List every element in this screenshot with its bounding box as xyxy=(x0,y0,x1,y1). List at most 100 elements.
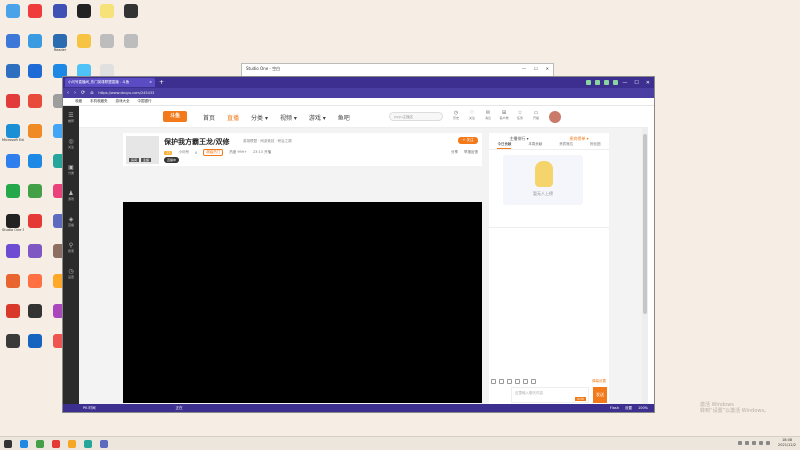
status-flash[interactable]: Flash xyxy=(610,406,619,411)
fans-icon[interactable] xyxy=(523,379,528,384)
anchor-name[interactable]: 小问号 xyxy=(178,150,189,155)
desktop-icon[interactable] xyxy=(2,304,24,318)
header-icon-item[interactable]: ▭ 开播 xyxy=(531,110,541,120)
rail-item[interactable]: ◷ 设置 xyxy=(65,268,77,279)
minimize-icon[interactable]: — xyxy=(622,80,627,86)
site-search-input[interactable]: yuyu主播名 xyxy=(389,112,443,121)
page-scrollbar[interactable] xyxy=(642,128,648,404)
desktop-icon[interactable] xyxy=(24,214,46,228)
desktop-icon[interactable] xyxy=(24,244,46,258)
douyu-logo[interactable]: 斗鱼 xyxy=(163,111,187,122)
close-icon[interactable]: ✕ xyxy=(546,66,549,71)
video-player[interactable] xyxy=(123,202,482,403)
desktop-icon[interactable]: Microsoft Edge xyxy=(2,124,24,142)
rank-tab[interactable]: 贵宾席位 xyxy=(559,142,573,149)
desktop-icon[interactable] xyxy=(24,304,46,318)
clock[interactable]: 18:08 2021/12/2 xyxy=(778,438,796,448)
desktop-icon[interactable] xyxy=(120,4,142,18)
taskbar-app-icon[interactable] xyxy=(84,439,92,448)
desktop-icon[interactable] xyxy=(73,4,95,18)
rail-item[interactable]: ◎ 关注 xyxy=(65,138,77,149)
room-category[interactable]: 英雄联盟 · 网游竞技 · 峡谷之巅 xyxy=(243,139,292,144)
bookmark-item[interactable]: 游戏大全 xyxy=(116,99,130,104)
taskbar-app-icon[interactable] xyxy=(100,439,108,448)
desktop-icon[interactable] xyxy=(2,154,24,168)
more-icon[interactable] xyxy=(531,379,536,384)
report-button[interactable]: 举报反馈 xyxy=(464,150,478,155)
chat-send-button[interactable]: 发送 xyxy=(593,387,607,403)
back-icon[interactable]: ‹ xyxy=(67,90,69,96)
studio-one-titlebar[interactable]: Studio One - 空白 — ☐ ✕ xyxy=(242,64,553,73)
scrollbar-thumb[interactable] xyxy=(643,134,647,314)
rail-item[interactable]: ▣ 分类 xyxy=(65,164,77,175)
home-icon[interactable]: ⌂ xyxy=(90,90,93,96)
share-button[interactable]: 分享 xyxy=(451,150,458,155)
tray-icon[interactable] xyxy=(766,441,771,445)
chat-input[interactable]: 这里输入聊天内容 0/30 xyxy=(511,387,589,403)
bookmark-item[interactable]: 中国银行 xyxy=(138,99,152,104)
extension-icon[interactable] xyxy=(595,80,601,85)
browser-tab[interactable]: 小问号直播间_热门英雄联盟直播 - 斗鱼 × xyxy=(65,78,155,87)
tab-close-icon[interactable]: × xyxy=(149,80,152,85)
desktop-icon[interactable] xyxy=(2,244,24,258)
desktop-icon[interactable] xyxy=(2,94,24,108)
desktop-icon[interactable]: Reader xyxy=(49,34,71,52)
extension-icon[interactable] xyxy=(604,80,610,85)
taskbar-app-icon[interactable] xyxy=(52,439,60,448)
new-tab-icon[interactable]: + xyxy=(159,79,164,86)
taskbar-app-icon[interactable] xyxy=(68,439,76,448)
header-icon-item[interactable]: ☆ 任务 xyxy=(515,110,525,120)
rank-tab[interactable]: 粉丝团 xyxy=(590,142,601,149)
image-icon[interactable] xyxy=(515,379,520,384)
desktop-icon[interactable] xyxy=(24,34,46,48)
taskbar-app-icon[interactable] xyxy=(4,439,12,448)
rank-tab[interactable]: 今日贡献 xyxy=(497,142,512,149)
desktop-icon[interactable] xyxy=(24,4,46,18)
site-nav-item[interactable]: 直播 xyxy=(227,113,239,122)
header-icon-item[interactable]: ✉ 消息 xyxy=(483,110,493,120)
desktop-icon[interactable] xyxy=(2,34,24,48)
header-icon-item[interactable]: ♡ 关注 xyxy=(467,110,477,120)
desktop-icon[interactable] xyxy=(73,34,95,48)
desktop-icon[interactable] xyxy=(2,64,24,78)
bookmark-item[interactable]: 手机收藏夹 xyxy=(90,99,108,104)
maximize-icon[interactable]: ☐ xyxy=(634,80,638,86)
rank-tab[interactable]: 本周贡献 xyxy=(528,142,542,149)
maximize-icon[interactable]: ☐ xyxy=(534,66,538,71)
extension-icon[interactable] xyxy=(613,80,619,85)
desktop-icon[interactable] xyxy=(24,64,46,78)
tray-icon[interactable] xyxy=(738,441,743,445)
close-icon[interactable]: ✕ xyxy=(646,80,650,86)
desktop-icon[interactable] xyxy=(24,184,46,198)
danmaku-settings-link[interactable]: 弹幕设置 xyxy=(592,379,606,384)
rail-item[interactable]: ☰ 推荐 xyxy=(65,112,77,123)
hot-badge[interactable]: 超级热门 xyxy=(203,149,224,156)
forward-icon[interactable]: › xyxy=(74,90,76,96)
follow-button[interactable]: + 关注 xyxy=(458,137,478,144)
site-nav-item[interactable]: 游戏 ▾ xyxy=(309,113,326,122)
gift-icon[interactable] xyxy=(499,379,504,384)
desktop-icon[interactable]: Studio One 5 xyxy=(2,214,24,232)
emoji-icon[interactable] xyxy=(491,379,496,384)
anchor-tag[interactable]: 房间 xyxy=(129,158,140,162)
desktop-icon[interactable] xyxy=(2,4,24,18)
desktop-icon[interactable] xyxy=(24,124,46,138)
taskbar-app-icon[interactable] xyxy=(36,439,44,448)
header-icon-item[interactable]: ⊞ 客户端 xyxy=(499,110,509,120)
desktop-icon[interactable] xyxy=(24,274,46,288)
site-nav-item[interactable]: 分类 ▾ xyxy=(251,113,268,122)
tray-icon[interactable] xyxy=(745,441,750,445)
rail-item[interactable]: ◈ 直播 xyxy=(65,216,77,227)
desktop-icon[interactable] xyxy=(24,94,46,108)
status-settings[interactable]: 设置 xyxy=(625,406,632,411)
rank-header-item[interactable]: 主播排行 ▾ xyxy=(509,136,528,142)
url-field[interactable]: https://www.douyu.com/245433 xyxy=(98,91,154,95)
bookmark-item[interactable]: 收藏 xyxy=(75,99,82,104)
user-avatar[interactable] xyxy=(549,111,561,123)
tray-icon[interactable] xyxy=(759,441,764,445)
anchor-tag[interactable]: 主播 xyxy=(141,158,152,162)
status-zoom[interactable]: 100% xyxy=(638,406,648,411)
extension-icon[interactable] xyxy=(586,80,592,85)
reload-icon[interactable]: ⟳ xyxy=(81,90,85,96)
desktop-icon[interactable] xyxy=(49,4,71,18)
